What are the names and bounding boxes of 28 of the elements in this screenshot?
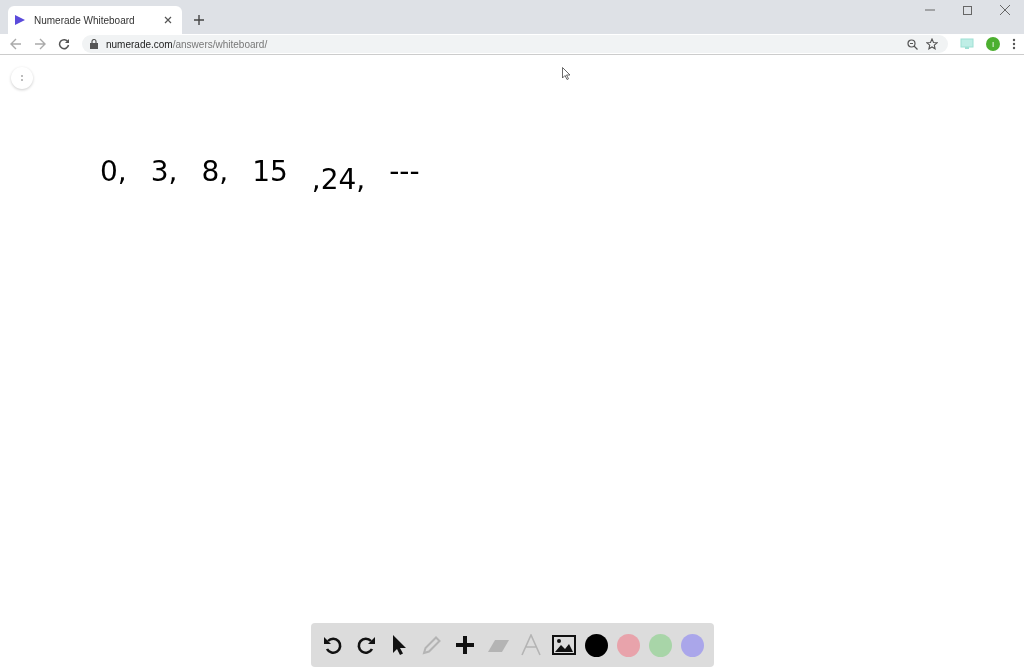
back-icon[interactable] [10, 38, 22, 50]
forward-icon[interactable] [34, 38, 46, 50]
play-logo-icon [14, 14, 26, 26]
cursor-icon [562, 67, 571, 80]
handwritten-term: 8, [201, 155, 229, 190]
url-text: numerade.com/answers/whiteboard/ [106, 38, 268, 50]
handwritten-term: 3, [150, 155, 178, 190]
close-icon[interactable] [1000, 5, 1010, 15]
maximize-icon[interactable] [963, 5, 972, 15]
star-icon[interactable] [926, 38, 938, 50]
handwritten-term: --- [389, 155, 420, 190]
browser-tab[interactable]: Numerade Whiteboard [8, 6, 182, 34]
color-swatch[interactable] [648, 633, 672, 657]
address-bar[interactable]: numerade.com/answers/whiteboard/ [82, 35, 948, 53]
color-swatch[interactable] [616, 633, 640, 657]
color-swatch[interactable] [584, 633, 608, 657]
lock-icon [90, 39, 98, 49]
new-tab-icon[interactable] [194, 15, 204, 25]
image-tool-button[interactable] [551, 633, 576, 657]
zoom-out-icon[interactable] [907, 38, 918, 50]
tab-title: Numerade Whiteboard [34, 14, 135, 26]
color-swatch[interactable] [680, 633, 704, 657]
reload-icon[interactable] [58, 38, 70, 50]
handwritten-term: 15 [252, 155, 288, 190]
handwritten-term: ,24, [311, 163, 366, 196]
handwritten-term: 0, [100, 155, 127, 190]
menu-icon[interactable] [1012, 38, 1016, 50]
close-icon[interactable] [164, 16, 172, 24]
